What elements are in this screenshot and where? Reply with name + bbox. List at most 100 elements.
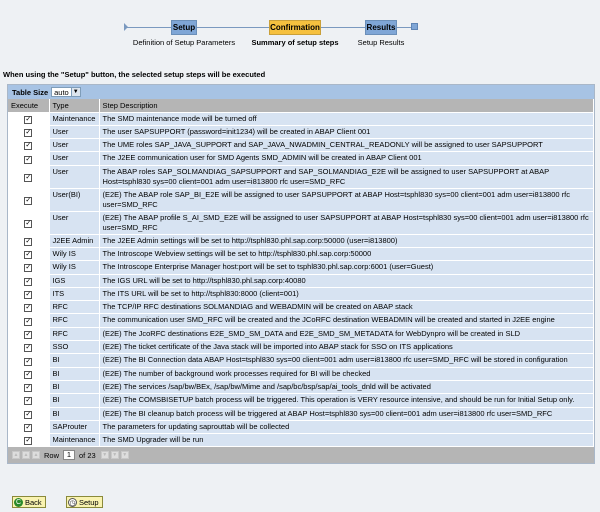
description-cell: (E2E) The number of background work proc… bbox=[99, 366, 594, 381]
execute-checkbox[interactable]: ✓ bbox=[24, 291, 33, 300]
back-arrow-icon: C bbox=[14, 497, 23, 507]
execute-cell: ✓ bbox=[8, 340, 50, 355]
type-cell: SAProuter bbox=[49, 419, 100, 435]
table-row: ✓ BI (E2E) The BI cleanup batch process … bbox=[8, 406, 594, 421]
description-cell: The communication user SMD_RFC will be c… bbox=[99, 313, 594, 328]
execute-cell: ✓ bbox=[8, 419, 50, 435]
description-cell: The Introscope Webview settings will be … bbox=[99, 246, 594, 262]
last-page-icon[interactable]: ▼ bbox=[120, 451, 129, 460]
execute-cell: ✓ bbox=[8, 366, 50, 381]
execute-checkbox[interactable]: ✓ bbox=[24, 128, 33, 137]
table-row: ✓ User The user SAPSUPPORT (password=ini… bbox=[8, 124, 594, 140]
execute-cell: ✓ bbox=[8, 260, 50, 275]
execute-checkbox[interactable]: ✓ bbox=[24, 344, 33, 353]
table-row: ✓ User(BI) (E2E) The ABAP role SAP_BI_E2… bbox=[8, 187, 594, 212]
table-size-select[interactable]: auto ▼ bbox=[51, 87, 81, 97]
type-cell: J2EE Admin bbox=[49, 233, 100, 248]
execute-cell: ✓ bbox=[8, 313, 50, 328]
execute-checkbox[interactable]: ✓ bbox=[24, 437, 33, 446]
execute-checkbox[interactable]: ✓ bbox=[24, 357, 33, 366]
table-size-value: auto bbox=[54, 87, 69, 97]
type-cell: IGS bbox=[49, 273, 100, 288]
description-cell: The ABAP roles SAP_SOLMANDIAG_SAPSUPPORT… bbox=[99, 164, 594, 189]
execute-cell: ✓ bbox=[8, 393, 50, 408]
execute-checkbox[interactable]: ✓ bbox=[24, 304, 33, 313]
setup-button[interactable]: ◷ Setup bbox=[66, 496, 103, 508]
description-cell: (E2E) The ABAP profile S_AI_SMD_E2E will… bbox=[99, 210, 594, 235]
execute-cell: ✓ bbox=[8, 433, 50, 448]
execute-cell: ✓ bbox=[8, 273, 50, 288]
header-type[interactable]: Type bbox=[49, 99, 100, 112]
description-cell: The parameters for updating saprouttab w… bbox=[99, 419, 594, 435]
table-row: ✓ Maintenance The SMD maintenance mode w… bbox=[8, 111, 594, 126]
execute-cell: ✓ bbox=[8, 164, 50, 189]
table-row: ✓ User The UME roles SAP_JAVA_SUPPORT an… bbox=[8, 138, 594, 153]
type-cell: User bbox=[49, 151, 100, 166]
execute-checkbox[interactable]: ✓ bbox=[24, 237, 33, 246]
header-execute[interactable]: Execute bbox=[8, 99, 50, 112]
table-row: ✓ RFC (E2E) The JcoRFC destinations E2E_… bbox=[8, 326, 594, 342]
roadmap: Setup Definition of Setup Parameters Con… bbox=[120, 18, 420, 52]
table-row: ✓ User (E2E) The ABAP profile S_AI_SMD_E… bbox=[8, 210, 594, 235]
row-of-label: of 23 bbox=[79, 450, 96, 460]
next-page-icon[interactable]: ▼ bbox=[110, 451, 119, 460]
execute-checkbox[interactable]: ✓ bbox=[24, 251, 33, 260]
description-cell: The J2EE communication user for SMD Agen… bbox=[99, 151, 594, 166]
execute-checkbox[interactable]: ✓ bbox=[24, 330, 33, 339]
prev-page-icon[interactable]: ▲ bbox=[22, 451, 30, 460]
roadmap-step-setup[interactable]: Setup bbox=[171, 20, 197, 35]
execute-cell: ✓ bbox=[8, 138, 50, 153]
back-button[interactable]: C Back bbox=[12, 496, 46, 508]
execute-checkbox[interactable]: ✓ bbox=[24, 423, 33, 432]
description-cell: The TCP/IP RFC destinations SOLMANDIAG a… bbox=[99, 300, 594, 315]
execute-checkbox[interactable]: ✓ bbox=[24, 115, 33, 124]
table-row: ✓ BI (E2E) The BI Connection data ABAP H… bbox=[8, 353, 594, 368]
type-cell: BI bbox=[49, 393, 100, 408]
type-cell: User bbox=[49, 138, 100, 153]
table-row: ✓ User The ABAP roles SAP_SOLMANDIAG_SAP… bbox=[8, 164, 594, 189]
table-row: ✓ Wily IS The Introscope Webview setting… bbox=[8, 246, 594, 262]
header-description[interactable]: Step Description bbox=[99, 99, 594, 112]
back-label: Back bbox=[25, 497, 42, 507]
execute-checkbox[interactable]: ✓ bbox=[24, 219, 33, 228]
table-row: ✓ BI (E2E) The number of background work… bbox=[8, 366, 594, 381]
roadmap-step-confirmation[interactable]: Confirmation bbox=[269, 20, 321, 35]
execute-checkbox[interactable]: ✓ bbox=[24, 410, 33, 419]
execute-checkbox[interactable]: ✓ bbox=[24, 264, 33, 273]
execute-checkbox[interactable]: ✓ bbox=[24, 370, 33, 379]
table-row: ✓ Wily IS The Introscope Enterprise Mana… bbox=[8, 260, 594, 275]
execute-checkbox[interactable]: ✓ bbox=[24, 397, 33, 406]
description-cell: (E2E) The ticket certificate of the Java… bbox=[99, 340, 594, 355]
type-cell: Wily IS bbox=[49, 246, 100, 262]
execute-cell: ✓ bbox=[8, 379, 50, 395]
execute-checkbox[interactable]: ✓ bbox=[24, 317, 33, 326]
table-row: ✓ User The J2EE communication user for S… bbox=[8, 151, 594, 166]
roadmap-step-confirmation-desc: Summary of setup steps bbox=[251, 38, 339, 47]
table-pager: ▲ ▲ ▲ Row 1 of 23 ▼ ▼ ▼ bbox=[8, 447, 594, 464]
setup-label: Setup bbox=[79, 497, 99, 507]
description-cell: (E2E) The ABAP role SAP_BI_E2E will be a… bbox=[99, 187, 594, 212]
roadmap-step-results[interactable]: Results bbox=[365, 20, 397, 35]
prev-row-icon[interactable]: ▲ bbox=[32, 451, 40, 460]
next-row-icon[interactable]: ▼ bbox=[100, 451, 109, 460]
execute-checkbox[interactable]: ✓ bbox=[24, 384, 33, 393]
type-cell: RFC bbox=[49, 300, 100, 315]
execute-checkbox[interactable]: ✓ bbox=[24, 196, 33, 205]
execute-checkbox[interactable]: ✓ bbox=[24, 155, 33, 164]
table-row: ✓ RFC The communication user SMD_RFC wil… bbox=[8, 313, 594, 328]
execute-checkbox[interactable]: ✓ bbox=[24, 277, 33, 286]
table-row: ✓ SSO (E2E) The ticket certificate of th… bbox=[8, 340, 594, 355]
execute-cell: ✓ bbox=[8, 406, 50, 421]
execute-cell: ✓ bbox=[8, 286, 50, 302]
table-size-bar: Table Size auto ▼ bbox=[8, 85, 594, 99]
clock-icon: ◷ bbox=[68, 497, 77, 507]
type-cell: ITS bbox=[49, 286, 100, 302]
type-cell: User bbox=[49, 124, 100, 140]
first-page-icon[interactable]: ▲ bbox=[12, 451, 20, 460]
row-input[interactable]: 1 bbox=[63, 450, 76, 461]
type-cell: Wily IS bbox=[49, 260, 100, 275]
execute-checkbox[interactable]: ✓ bbox=[24, 173, 33, 182]
description-cell: (E2E) The JcoRFC destinations E2E_SMD_SM… bbox=[99, 326, 594, 342]
description-cell: (E2E) The COMSBISETUP batch process will… bbox=[99, 393, 594, 408]
execute-checkbox[interactable]: ✓ bbox=[24, 142, 33, 151]
